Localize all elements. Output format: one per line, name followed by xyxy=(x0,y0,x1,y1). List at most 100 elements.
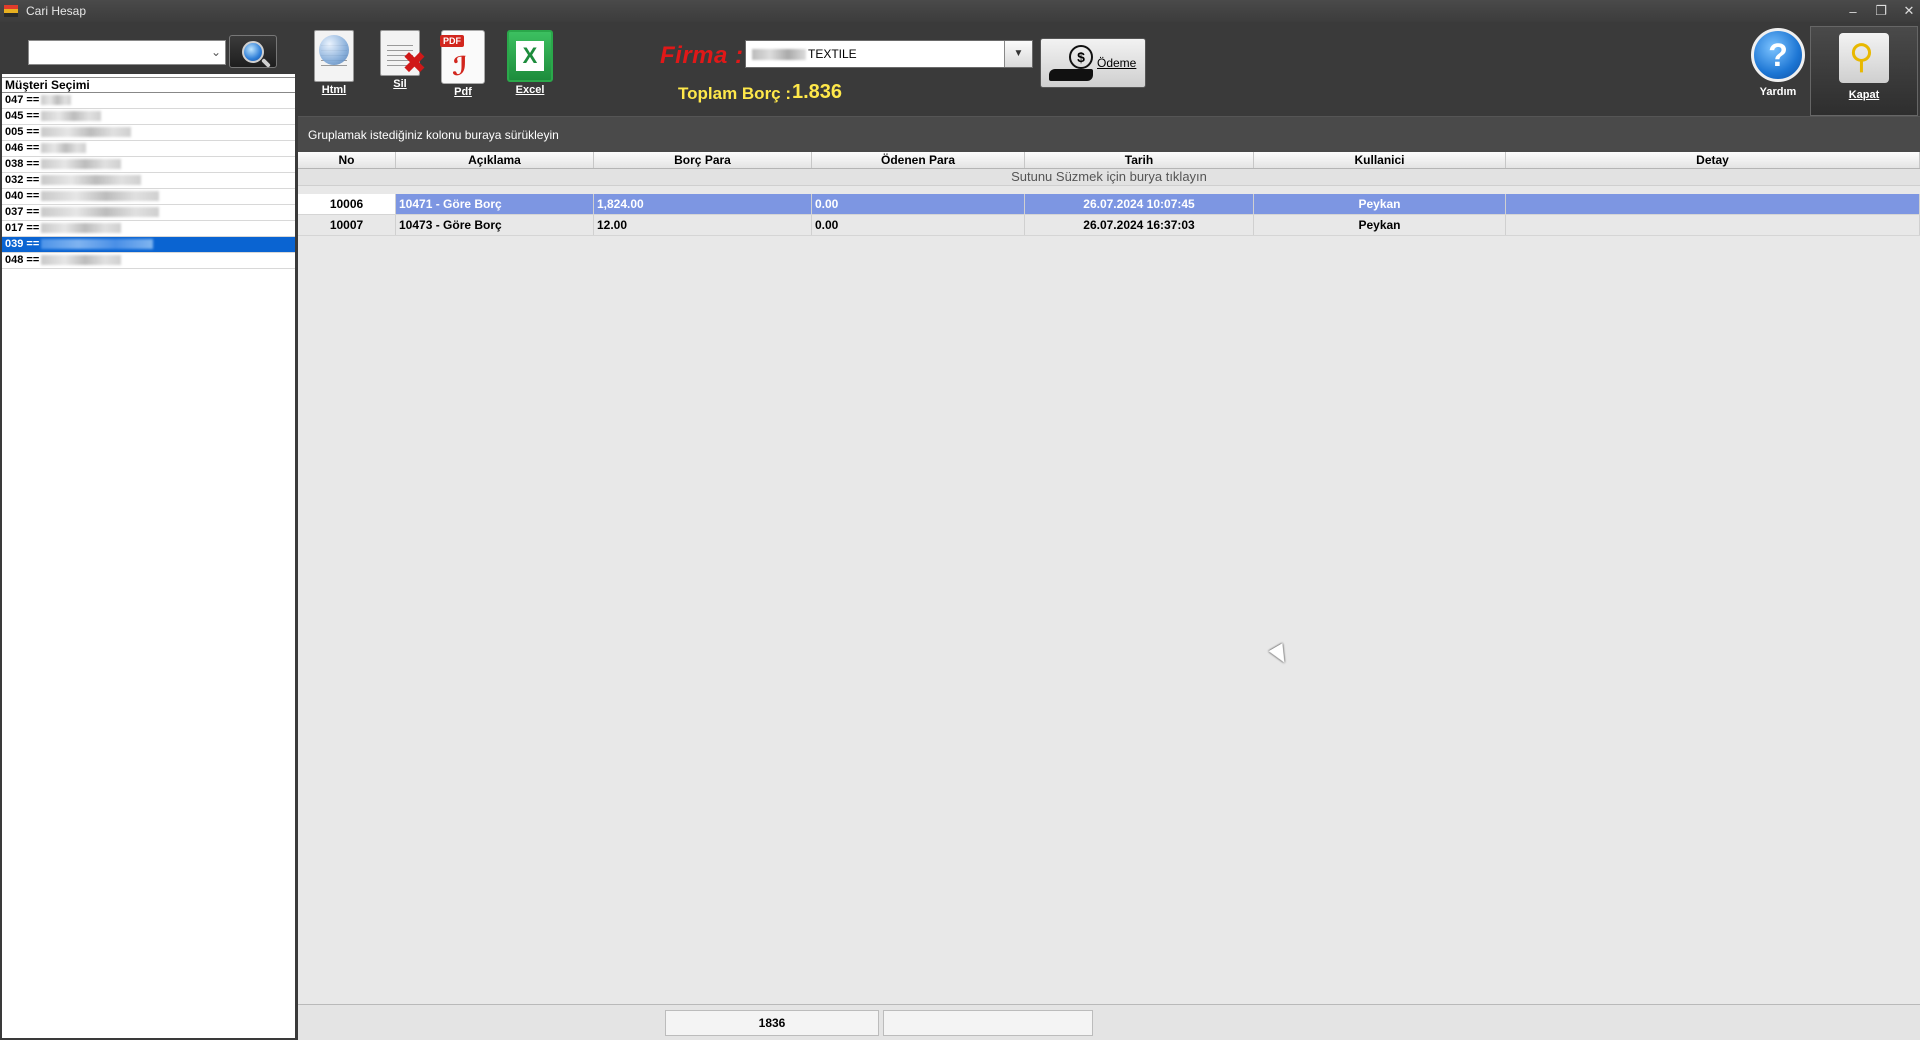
cell-no: 10006 xyxy=(298,194,396,214)
customer-list-item[interactable]: 047 == xyxy=(2,93,295,109)
payment-label: Ödeme xyxy=(1097,56,1137,70)
column-header[interactable]: Kullanici xyxy=(1254,152,1506,168)
help-button[interactable]: ? Yardım xyxy=(1744,28,1812,116)
customer-panel: ⌄ Müşteri Seçimi 047 == 045 == 005 == 046 =… xyxy=(0,26,297,1040)
firma-select[interactable]: TEXTILE ▼ xyxy=(745,40,1033,68)
cell-tarih: 26.07.2024 16:37:03 xyxy=(1025,215,1254,235)
app-icon xyxy=(4,5,18,17)
close-icon[interactable]: ✕ xyxy=(1902,3,1916,19)
account-grid: No Açıklama Borç Para Ödenen Para Tarih Kulla… xyxy=(298,152,1920,1004)
column-header[interactable]: No xyxy=(298,152,396,168)
filter-row[interactable]: Sutunu Süzmek için burya tıklayın xyxy=(298,169,1920,186)
customer-code: 047 == xyxy=(5,94,40,106)
window-controls: – ❐ ✕ xyxy=(1846,0,1916,22)
dollar-coin-icon: $ xyxy=(1069,45,1093,69)
cell-borc: 1,824.00 xyxy=(594,194,812,214)
redacted-customer-name xyxy=(41,143,87,154)
cell-odenen: 0.00 xyxy=(812,215,1025,235)
title-bar: Cari Hesap – ❐ ✕ xyxy=(0,0,1920,22)
customer-list-item[interactable]: 037 == xyxy=(2,205,295,221)
redacted-customer-name xyxy=(41,127,132,138)
table-row[interactable]: 10006 10471 - Göre Borç 1,824.00 0.00 26.07.… xyxy=(298,194,1920,215)
customer-search-area: ⌄ xyxy=(2,28,295,74)
customer-code: 005 == xyxy=(5,126,40,138)
column-header[interactable]: Açıklama xyxy=(396,152,594,168)
html-export-button[interactable]: Html xyxy=(312,30,356,96)
customer-list: 047 == 045 == 005 == 046 == 038 == 032 == 040 … xyxy=(2,93,295,269)
cell-no: 10007 xyxy=(298,215,396,235)
excel-export-label: Excel xyxy=(515,84,545,96)
redacted-customer-name xyxy=(41,207,160,218)
html-document-icon xyxy=(314,30,354,82)
customer-list-item[interactable]: 032 == xyxy=(2,173,295,189)
customer-search-combo[interactable]: ⌄ xyxy=(28,40,226,65)
excel-export-button[interactable]: X Excel xyxy=(504,30,556,96)
pdf-icon: PDF ℐ xyxy=(440,30,485,84)
window-title: Cari Hesap xyxy=(26,4,87,18)
table-row[interactable]: 10007 10473 - Göre Borç 12.00 0.00 26.07.202… xyxy=(298,215,1920,236)
cell-kullanici: Peykan xyxy=(1254,215,1506,235)
cell-detay xyxy=(1506,215,1920,235)
redacted-customer-name xyxy=(41,159,122,170)
firma-label: Firma : xyxy=(660,42,744,69)
customer-code: 046 == xyxy=(5,142,40,154)
customer-code: 039 == xyxy=(5,238,40,250)
customer-list-item[interactable]: 038 == xyxy=(2,157,295,173)
footer-odenen-total xyxy=(883,1010,1093,1036)
customer-code: 040 == xyxy=(5,190,40,202)
redacted-customer-name xyxy=(41,255,122,266)
customer-list-header: Müşteri Seçimi xyxy=(2,77,295,93)
column-header[interactable]: Detay xyxy=(1506,152,1920,168)
customer-code: 017 == xyxy=(5,222,40,234)
customer-code: 038 == xyxy=(5,158,40,170)
customer-list-item[interactable]: 005 == xyxy=(2,125,295,141)
running-man-icon: ⚲ xyxy=(1839,33,1889,83)
maximize-icon[interactable]: ❐ xyxy=(1874,3,1888,19)
total-debt-label: Toplam Borç : xyxy=(678,84,792,103)
grid-footer: 1836 xyxy=(298,1004,1920,1040)
redacted-customer-name xyxy=(41,95,72,106)
delete-document-icon: ✖ xyxy=(380,30,427,79)
redacted-customer-name xyxy=(41,111,102,122)
cell-kullanici: Peykan xyxy=(1254,194,1506,214)
grid-body: 10006 10471 - Göre Borç 1,824.00 0.00 26.07.… xyxy=(298,194,1920,236)
column-header[interactable]: Tarih xyxy=(1025,152,1254,168)
html-export-label: Html xyxy=(321,84,347,96)
excel-icon: X xyxy=(507,30,553,82)
payment-button[interactable]: $ Ödeme xyxy=(1040,38,1146,88)
cell-aciklama: 10473 - Göre Borç xyxy=(396,215,594,235)
customer-list-item[interactable]: 048 == xyxy=(2,253,295,269)
customer-list-item[interactable]: 046 == xyxy=(2,141,295,157)
cell-odenen: 0.00 xyxy=(812,194,1025,214)
redacted-customer-name xyxy=(41,191,160,202)
grid-header: No Açıklama Borç Para Ödenen Para Tarih Kulla… xyxy=(298,152,1920,169)
help-label: Yardım xyxy=(1759,86,1797,98)
group-by-panel[interactable]: Gruplamak istediğiniz kolonu buraya sürü… xyxy=(298,116,1920,152)
firma-dropdown-arrow-icon[interactable]: ▼ xyxy=(1004,41,1032,67)
customer-code: 048 == xyxy=(5,254,40,266)
search-icon xyxy=(242,40,264,63)
chevron-down-icon[interactable]: ⌄ xyxy=(211,45,221,59)
hand-icon xyxy=(1049,69,1093,81)
customer-list-item[interactable]: 045 == xyxy=(2,109,295,125)
redacted-customer-name xyxy=(41,239,154,250)
toolbar: Html ✖ Sil PDF ℐ Pdf X Excel Firma : TEX… xyxy=(298,26,1920,116)
customer-list-item[interactable]: 040 == xyxy=(2,189,295,205)
customer-code: 045 == xyxy=(5,110,40,122)
pdf-export-label: Pdf xyxy=(454,86,472,98)
customer-code: 032 == xyxy=(5,174,40,186)
column-header[interactable]: Borç Para xyxy=(594,152,812,168)
customer-list-item[interactable]: 017 == xyxy=(2,221,295,237)
minimize-icon[interactable]: – xyxy=(1846,4,1860,19)
close-label: Kapat xyxy=(1848,89,1880,101)
redacted-customer-name xyxy=(41,223,122,234)
customer-list-item[interactable]: 039 == xyxy=(2,237,295,253)
redacted-customer-name xyxy=(41,175,142,186)
cell-detay xyxy=(1506,194,1920,214)
column-header[interactable]: Ödenen Para xyxy=(812,152,1025,168)
delete-button[interactable]: ✖ Sil xyxy=(378,30,427,90)
cell-tarih: 26.07.2024 10:07:45 xyxy=(1025,194,1254,214)
close-button[interactable]: ⚲ Kapat xyxy=(1810,26,1918,116)
pdf-export-button[interactable]: PDF ℐ Pdf xyxy=(438,30,488,98)
search-button[interactable] xyxy=(229,35,277,68)
